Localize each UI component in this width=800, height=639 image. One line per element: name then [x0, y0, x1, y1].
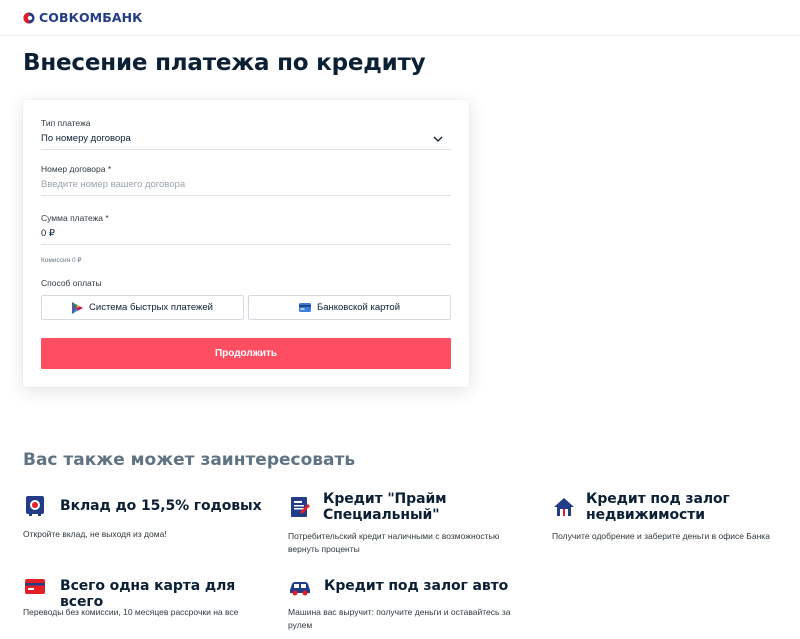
offer-title: Кредит под залог недвижимости: [586, 491, 730, 523]
payment-type-select[interactable]: Тип платежа По номеру договора: [41, 118, 451, 150]
sbp-payment-button[interactable]: Система быстрых платежей: [41, 295, 244, 320]
payment-type-label: Тип платежа: [41, 118, 91, 128]
sbp-icon: [72, 301, 84, 314]
house-icon: [554, 498, 574, 516]
offers-section-title: Вас также может заинтересовать: [23, 450, 356, 470]
logo-mark-icon: [23, 12, 35, 23]
payment-form: Тип платежа По номеру договора Номер дог…: [23, 100, 469, 387]
offer-title: Кредит под залог авто: [324, 578, 509, 594]
card-icon: [25, 579, 45, 594]
continue-button[interactable]: Продолжить: [41, 338, 451, 369]
offer-description: Откройте вклад, не выходя из дома!: [23, 529, 167, 539]
amount-value: 0 ₽: [41, 228, 55, 239]
site-header: СОВКОМБАНК: [0, 0, 800, 36]
offer-description: Переводы без комиссии, 10 месяцев рассро…: [23, 607, 239, 617]
offer-title: Кредит "Прайм Специальный": [323, 491, 447, 523]
offer-description: Потребительский кредит наличными с возмо…: [288, 531, 500, 554]
safe-icon: [26, 496, 44, 516]
offer-description: Получите одобрение и заберите деньги в о…: [552, 531, 770, 541]
commission-text: Комиссия 0 ₽: [41, 257, 82, 264]
payment-method-label: Способ оплаты: [41, 278, 102, 288]
page-title: Внесение платежа по кредиту: [23, 50, 426, 76]
car-icon: [290, 582, 310, 596]
bank-card-icon: [298, 303, 311, 312]
card-payment-button[interactable]: Банковской картой: [248, 295, 451, 320]
offer-title: Вклад до 15,5% годовых: [60, 498, 262, 514]
logo[interactable]: СОВКОМБАНК: [23, 10, 143, 25]
amount-label: Сумма платежа *: [41, 213, 109, 223]
contract-number-label: Номер договора *: [41, 164, 112, 174]
offer-description: Машина вас выручит: получите деньги и ос…: [288, 607, 511, 630]
document-icon: [291, 497, 310, 517]
amount-field[interactable]: Сумма платежа * 0 ₽: [41, 213, 451, 245]
payment-type-value: По номеру договора: [41, 133, 131, 144]
continue-button-label: Продолжить: [214, 348, 278, 359]
sbp-payment-label: Система быстрых платежей: [89, 302, 213, 313]
contract-number-placeholder: Введите номер вашего договора: [41, 179, 186, 190]
chevron-down-icon[interactable]: [433, 134, 443, 144]
card-payment-label: Банковской картой: [316, 302, 401, 313]
contract-number-field[interactable]: Номер договора * Введите номер вашего до…: [41, 164, 451, 196]
logo-text: СОВКОМБАНК: [39, 10, 143, 25]
